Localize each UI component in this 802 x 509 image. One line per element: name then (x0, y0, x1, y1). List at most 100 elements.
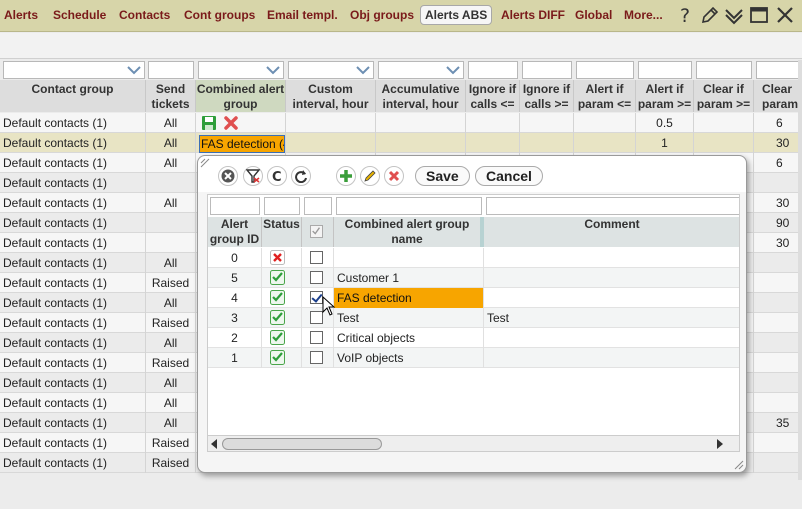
col-accumulative[interactable]: Accumulative interval, hour (376, 80, 466, 112)
edit-button[interactable] (360, 166, 380, 186)
chevron-down-icon[interactable] (356, 64, 370, 76)
filter-ignore-ge[interactable] (522, 61, 572, 79)
cell-clear[interactable] (754, 273, 802, 293)
help-icon[interactable]: ? (676, 5, 696, 27)
cell-comment[interactable] (484, 328, 739, 348)
cell-contact-group[interactable]: Default contacts (1) (0, 293, 146, 313)
filter-accumulative[interactable] (378, 61, 464, 79)
cell-ignore-ge[interactable] (520, 133, 574, 153)
cell-contact-group[interactable]: Default contacts (1) (0, 213, 146, 233)
cell-send-tickets[interactable]: All (146, 393, 196, 413)
cell-comment[interactable] (484, 288, 739, 308)
col-alert-ge[interactable]: Alert if param >= (636, 80, 694, 112)
cell-send-tickets[interactable]: All (146, 373, 196, 393)
cell-clear[interactable]: 30 (754, 193, 802, 213)
nav-cont-groups[interactable]: Cont groups (184, 8, 255, 22)
refresh-button[interactable] (291, 166, 311, 186)
cell-clear[interactable] (754, 293, 802, 313)
clear-filter-button[interactable] (243, 166, 263, 186)
filter-group-name[interactable] (336, 197, 482, 215)
cell-group-name[interactable]: Customer 1 (334, 268, 484, 288)
list-item[interactable]: 1 VoIP objects (208, 348, 739, 368)
cell-group-name[interactable] (334, 248, 484, 268)
cell-clear[interactable] (754, 253, 802, 273)
cell-clear[interactable] (754, 313, 802, 333)
cell-ignore-le[interactable] (466, 113, 520, 133)
chevron-down-icon[interactable] (724, 5, 744, 25)
cell-send-tickets[interactable]: All (146, 253, 196, 273)
table-row[interactable]: Default contacts (1) All 1 30 (0, 133, 802, 153)
cell-clear[interactable]: 6 (754, 113, 802, 133)
cell-send-tickets[interactable]: All (146, 413, 196, 433)
nav-obj-groups[interactable]: Obj groups (350, 8, 414, 22)
select-checkbox[interactable] (310, 331, 323, 344)
close-dialog-button[interactable] (218, 166, 238, 186)
col-combined-group[interactable]: Combined alert group (196, 80, 286, 112)
col-status[interactable]: Status (262, 217, 302, 247)
col-group-name[interactable]: Combined alert group name (334, 217, 484, 247)
scroll-right-arrow-icon[interactable] (717, 439, 723, 449)
nav-contacts[interactable]: Contacts (119, 8, 170, 22)
save-button[interactable]: Save (415, 166, 470, 186)
cell-clear[interactable]: 35 (754, 413, 802, 433)
filter-clear[interactable] (756, 61, 800, 79)
col-send-tickets[interactable]: Send tickets (146, 80, 196, 112)
cell-send-tickets[interactable]: All (146, 293, 196, 313)
cell-contact-group[interactable]: Default contacts (1) (0, 453, 146, 473)
filter-contact-group[interactable] (3, 61, 145, 79)
select-checkbox[interactable] (310, 271, 323, 284)
combined-group-editor[interactable]: FAS detection (4 (199, 135, 285, 153)
cell-comment[interactable] (484, 248, 739, 268)
cell-send-tickets[interactable] (146, 173, 196, 193)
select-all-checkbox[interactable] (310, 225, 323, 238)
filter-clear-ge[interactable] (696, 61, 752, 79)
delete-button[interactable] (384, 166, 404, 186)
cell-clear[interactable] (754, 433, 802, 453)
cell-send-tickets[interactable]: Raised (146, 313, 196, 333)
cell-contact-group[interactable]: Default contacts (1) (0, 233, 146, 253)
select-checkbox[interactable] (310, 251, 323, 264)
filter-comment[interactable] (486, 197, 739, 215)
filter-alert-le[interactable] (576, 61, 634, 79)
cell-contact-group[interactable]: Default contacts (1) (0, 333, 146, 353)
col-custom-interval[interactable]: Custom interval, hour (286, 80, 376, 112)
filter-ignore-le[interactable] (468, 61, 518, 79)
edit-icon[interactable] (700, 5, 720, 25)
cell-comment[interactable]: Test (484, 308, 739, 328)
filter-send-tickets[interactable] (148, 61, 194, 79)
cell-contact-group[interactable]: Default contacts (1) (0, 433, 146, 453)
cell-alert-ge[interactable]: 1 (636, 133, 694, 153)
col-ignore-le[interactable]: Ignore if calls <= (466, 80, 520, 112)
cell-contact-group[interactable]: Default contacts (1) (0, 133, 146, 153)
nav-schedule[interactable]: Schedule (53, 8, 106, 22)
scroll-thumb[interactable] (222, 438, 382, 450)
nav-alerts-diff[interactable]: Alerts DIFF (501, 8, 565, 22)
cell-contact-group[interactable]: Default contacts (1) (0, 353, 146, 373)
cell-send-tickets[interactable]: All (146, 113, 196, 133)
nav-global[interactable]: Global (575, 8, 612, 22)
cell-clear-ge[interactable] (694, 133, 754, 153)
cell-ignore-ge[interactable] (520, 113, 574, 133)
reset-button[interactable]: C (267, 166, 287, 186)
cell-clear[interactable] (754, 333, 802, 353)
cell-contact-group[interactable]: Default contacts (1) (0, 413, 146, 433)
cell-group-name[interactable]: FAS detection (334, 288, 484, 308)
add-button[interactable] (336, 166, 356, 186)
cell-contact-group[interactable]: Default contacts (1) (0, 253, 146, 273)
resize-handle-icon[interactable] (200, 158, 210, 168)
cancel-row-icon[interactable] (223, 115, 239, 131)
cell-contact-group[interactable]: Default contacts (1) (0, 313, 146, 333)
cell-custom-interval[interactable] (286, 113, 376, 133)
cell-contact-group[interactable]: Default contacts (1) (0, 173, 146, 193)
nav-more[interactable]: More... (624, 8, 663, 22)
cell-alert-ge[interactable]: 0.5 (636, 113, 694, 133)
list-item[interactable]: 5 Customer 1 (208, 268, 739, 288)
cell-comment[interactable] (484, 348, 739, 368)
cancel-button[interactable]: Cancel (475, 166, 543, 186)
cell-send-tickets[interactable]: Raised (146, 433, 196, 453)
cell-group-name[interactable]: Critical objects (334, 328, 484, 348)
cell-accumulative[interactable] (376, 113, 466, 133)
scroll-left-arrow-icon[interactable] (211, 439, 217, 449)
cell-clear[interactable] (754, 353, 802, 373)
filter-custom-interval[interactable] (288, 61, 374, 79)
